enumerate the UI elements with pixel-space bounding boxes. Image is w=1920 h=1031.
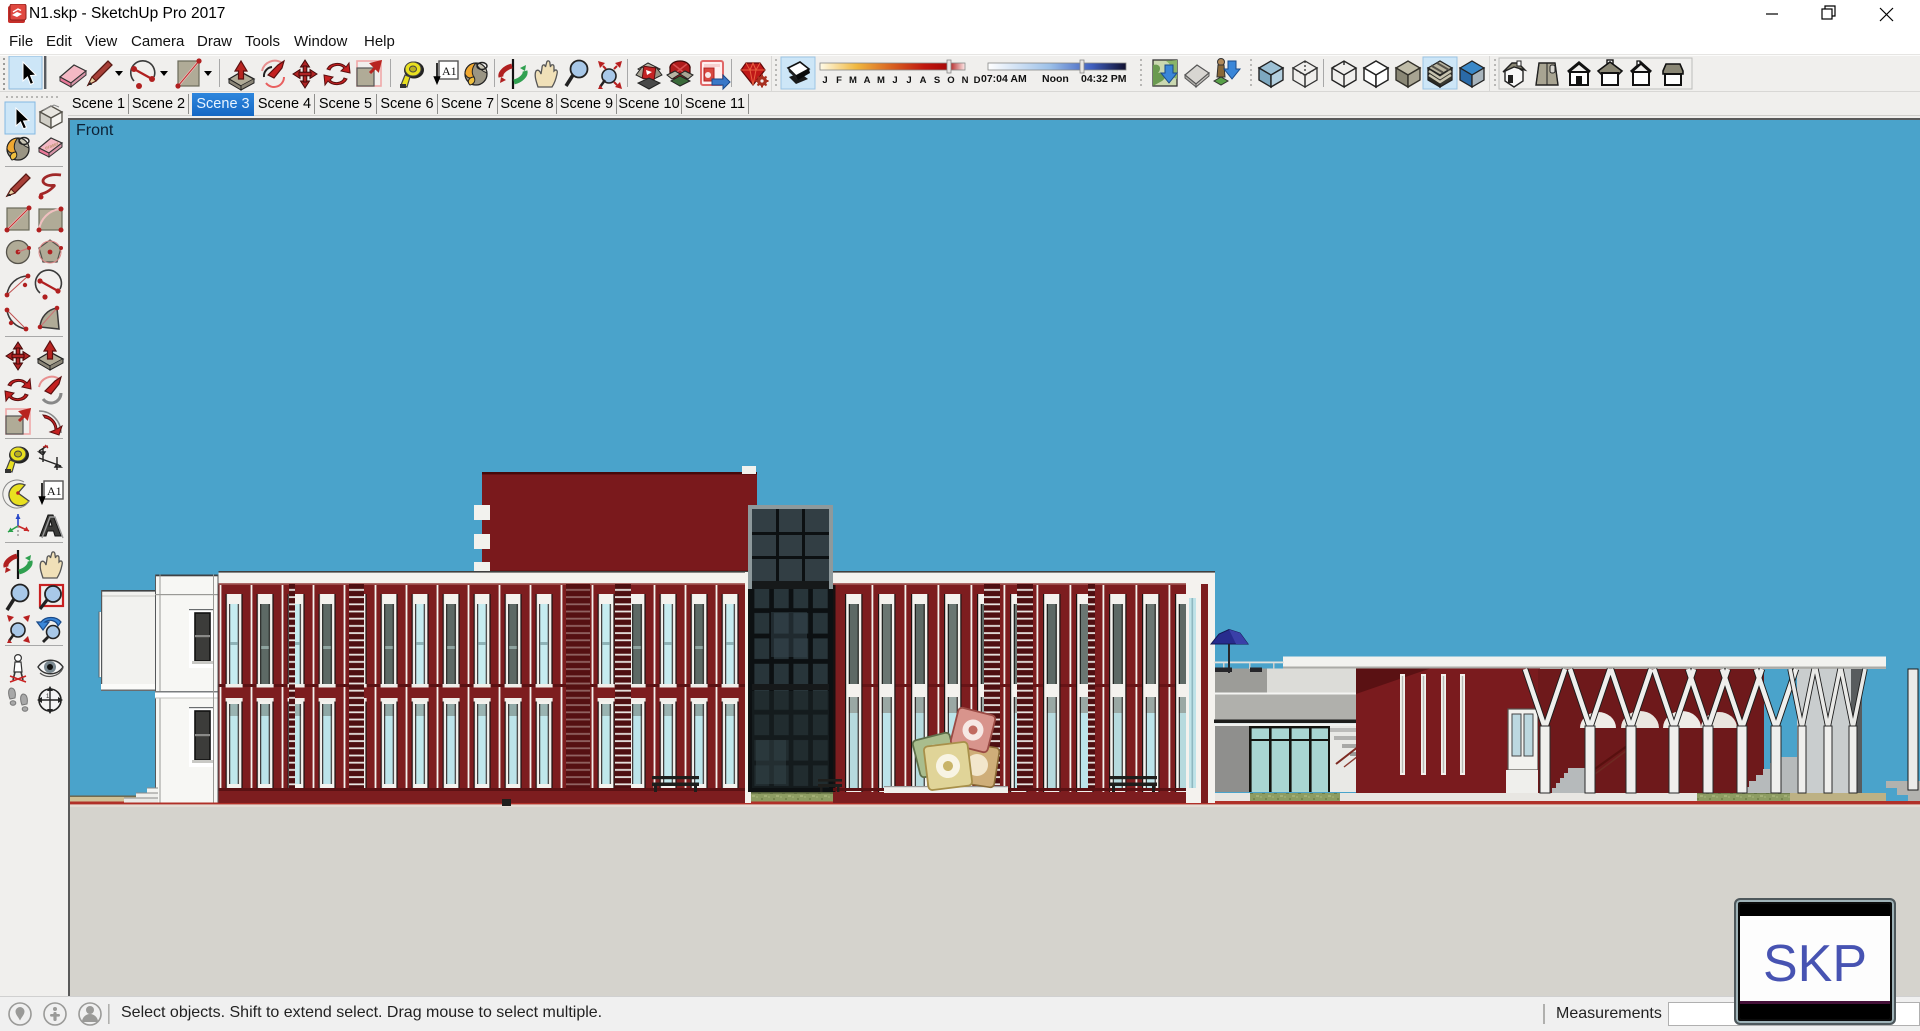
svg-text:D: D (974, 75, 981, 86)
svg-text:F: F (836, 75, 842, 86)
svg-text:N: N (962, 75, 969, 86)
svg-text:A: A (920, 75, 927, 86)
svg-text:A: A (864, 75, 871, 86)
svg-text:J: J (892, 75, 897, 86)
svg-text:S: S (934, 75, 940, 86)
svg-text:M: M (877, 75, 885, 86)
svg-text:07:04 AM: 07:04 AM (981, 73, 1027, 85)
svg-text:A1: A1 (47, 484, 62, 498)
svg-text:Noon: Noon (1042, 73, 1069, 85)
svg-text:04:32 PM: 04:32 PM (1081, 73, 1127, 85)
svg-text:A1: A1 (442, 64, 457, 78)
svg-text:M: M (849, 75, 857, 86)
svg-text:O: O (947, 75, 954, 86)
svg-text:J: J (906, 75, 911, 86)
svg-text:J: J (822, 75, 827, 86)
